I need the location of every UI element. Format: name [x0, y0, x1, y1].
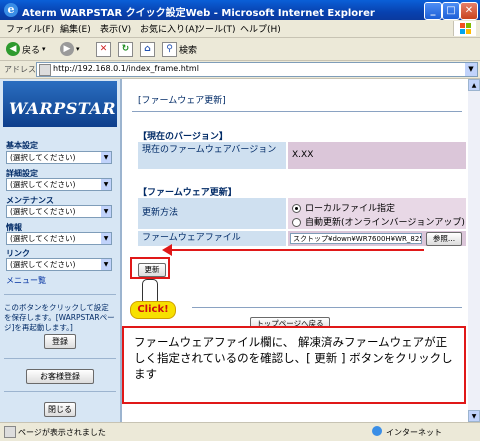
update-method-options: ローカルファイル指定 自動更新(オンラインバージョンアップ) — [288, 198, 466, 229]
internet-zone-icon — [372, 426, 382, 436]
radio-auto-update[interactable]: 自動更新(オンラインバージョンアップ) — [292, 215, 465, 228]
current-version-label: 現在のファームウェアバージョン — [138, 142, 286, 169]
chevron-down-icon: ▼ — [101, 206, 111, 217]
sidebar-divider — [4, 358, 116, 359]
menu-list-link[interactable]: メニュー覧 — [6, 275, 46, 286]
warpstar-logo: WARPSTAR — [3, 81, 117, 127]
maximize-button[interactable]: □ — [442, 2, 460, 20]
customer-register-button[interactable]: お客様登録 — [26, 369, 94, 384]
group-label-basic: 基本設定 — [6, 141, 38, 150]
sidebar-frame: WARPSTAR 基本設定 (選択してください) ▼ 詳細設定 (選択してくださ… — [0, 79, 122, 422]
stop-icon: ✕ — [96, 41, 111, 57]
select-link[interactable]: (選択してください) ▼ — [6, 258, 112, 271]
logo-text: WARPSTAR — [9, 99, 116, 118]
status-bar: ページが表示されました インターネット — [0, 422, 480, 441]
select-basic[interactable]: (選択してください) ▼ — [6, 151, 112, 164]
chevron-down-icon: ▾ — [42, 45, 46, 53]
scroll-down-icon[interactable]: ▼ — [468, 410, 480, 422]
address-input[interactable]: http://192.168.0.1/index_frame.html ▼ — [36, 62, 478, 77]
windows-logo-icon — [453, 21, 476, 36]
title-bar: e Aterm WARPSTAR クイック設定Web - Microsoft I… — [0, 0, 480, 20]
update-button[interactable]: 更新 — [138, 263, 166, 277]
scroll-up-icon[interactable]: ▲ — [468, 79, 480, 91]
hand-cursor-icon — [142, 279, 158, 303]
select-info-value: (選択してください) — [10, 234, 76, 243]
vertical-scrollbar[interactable]: ▲ ▼ — [468, 79, 480, 422]
instruction-callout: ファームウェアファイル欄に、 解凍済みファームウェアが正しく指定されているのを確… — [122, 326, 466, 404]
current-version-heading: 【現在のバージョン】 — [138, 132, 228, 142]
chevron-down-icon: ▼ — [101, 179, 111, 190]
window-title: Aterm WARPSTAR クイック設定Web - Microsoft Int… — [22, 8, 375, 19]
firmware-file-label: ファームウェアファイル — [138, 231, 286, 246]
zone-text: インターネット — [386, 428, 442, 437]
sidebar-divider — [4, 294, 116, 295]
menu-tools[interactable]: ツール(T) — [196, 22, 236, 35]
menu-favorites[interactable]: お気に入り(A) — [140, 22, 198, 35]
select-basic-value: (選択してください) — [10, 153, 76, 162]
back-button[interactable]: ◀ 戻る ▾ — [6, 41, 46, 57]
select-advanced-value: (選択してください) — [10, 180, 76, 189]
browse-button[interactable]: 参照... — [426, 232, 462, 246]
refresh-button[interactable]: ↻ — [118, 41, 133, 57]
arrow-head-icon — [162, 244, 172, 256]
current-version-value: X.XX — [288, 142, 466, 169]
firmware-file-input[interactable]: スクトップ¥down¥WR7600H¥WR_825.bin — [290, 233, 422, 244]
refresh-icon: ↻ — [118, 41, 133, 57]
radio-unchecked-icon — [292, 218, 301, 227]
radio-checked-icon — [292, 204, 301, 213]
update-method-label: 更新方法 — [138, 198, 286, 229]
home-button[interactable]: ⌂ — [140, 41, 155, 57]
back-label: 戻る — [22, 45, 41, 56]
menu-view[interactable]: 表示(V) — [100, 22, 131, 35]
select-link-value: (選択してください) — [10, 260, 76, 269]
title-divider — [132, 111, 462, 112]
bottom-divider — [192, 307, 462, 308]
sidebar-note: このボタンをクリックして設定を保存します。[WARPSTARページ]を再起動しま… — [4, 303, 115, 332]
search-label: 検索 — [179, 45, 198, 56]
home-icon: ⌂ — [140, 41, 155, 57]
update-heading: 【ファームウェア更新】 — [138, 188, 237, 198]
menu-edit[interactable]: 編集(E) — [60, 22, 91, 35]
chevron-down-icon: ▼ — [101, 152, 111, 163]
chevron-down-icon: ▼ — [101, 233, 111, 244]
chevron-down-icon: ▼ — [101, 259, 111, 270]
radio-auto-label: 自動更新(オンラインバージョンアップ) — [305, 218, 465, 228]
arrow-line — [170, 249, 424, 251]
address-bar: アドレス(D) http://192.168.0.1/index_frame.h… — [0, 61, 480, 79]
ie-icon: e — [4, 3, 18, 17]
select-maintenance[interactable]: (選択してください) ▼ — [6, 205, 112, 218]
menu-file[interactable]: ファイル(F) — [6, 22, 54, 35]
back-arrow-icon: ◀ — [6, 42, 20, 56]
status-text: ページが表示されました — [18, 428, 106, 437]
search-button[interactable]: ⚲ 検索 — [162, 41, 197, 57]
minimize-button[interactable]: _ — [424, 2, 442, 20]
address-url: http://192.168.0.1/index_frame.html — [53, 64, 199, 73]
close-window-button[interactable]: 閉じる — [44, 402, 76, 417]
select-advanced[interactable]: (選択してください) ▼ — [6, 178, 112, 191]
menu-help[interactable]: ヘルプ(H) — [240, 22, 281, 35]
forward-button[interactable]: ▶ ▾ — [60, 41, 80, 57]
register-button[interactable]: 登録 — [44, 334, 76, 349]
toolbar: ◀ 戻る ▾ ▶ ▾ ✕ ↻ ⌂ ⚲ 検索 — [0, 38, 480, 61]
radio-local-file[interactable]: ローカルファイル指定 — [292, 201, 395, 214]
stop-button[interactable]: ✕ — [96, 41, 111, 57]
search-icon: ⚲ — [162, 41, 177, 57]
sidebar-divider — [4, 391, 116, 392]
firmware-file-cell: スクトップ¥down¥WR7600H¥WR_825.bin 参照... — [288, 231, 466, 246]
menu-bar: ファイル(F) 編集(E) 表示(V) お気に入り(A) ツール(T) ヘルプ(… — [0, 20, 480, 38]
select-info[interactable]: (選択してください) ▼ — [6, 232, 112, 245]
click-badge: Click! — [130, 301, 176, 319]
page-icon — [39, 64, 51, 76]
forward-arrow-icon: ▶ — [60, 42, 74, 56]
close-button[interactable]: ✕ — [460, 2, 478, 20]
select-maintenance-value: (選択してください) — [10, 207, 76, 216]
chevron-down-icon[interactable]: ▼ — [465, 63, 477, 76]
page-icon — [4, 426, 16, 438]
radio-local-label: ローカルファイル指定 — [305, 204, 396, 214]
page-title: [ファームウェア更新] — [138, 96, 226, 106]
chevron-down-icon: ▾ — [76, 45, 80, 53]
